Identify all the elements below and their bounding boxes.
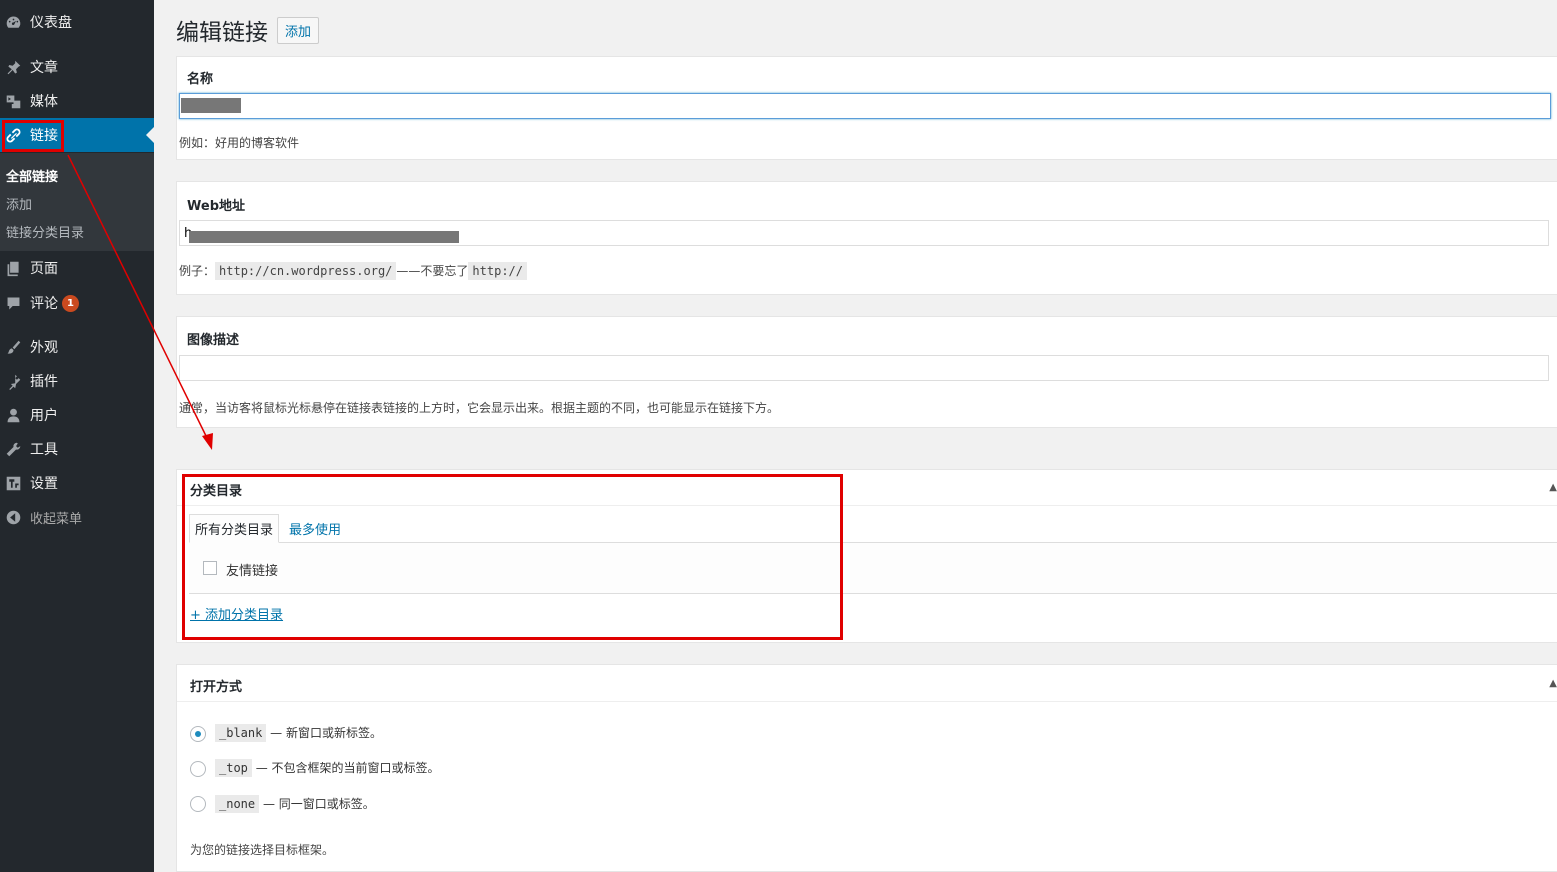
target-description: 为您的链接选择目标框架。 — [190, 843, 335, 857]
menu-label: 设置 — [30, 476, 58, 492]
menu-dashboard[interactable]: 仪表盘 — [0, 5, 154, 39]
menu-plugins[interactable]: 插件 — [0, 364, 154, 398]
menu-label: 插件 — [30, 374, 58, 390]
comment-count-badge: 1 — [62, 294, 79, 312]
menu-media[interactable]: 媒体 — [0, 84, 154, 118]
target-box: 打开方式 ▲ _blank — 新窗口或新标签。 _top — 不包含框架的当前… — [176, 664, 1557, 872]
collapse-icon — [4, 508, 22, 526]
page-title: 编辑链接 — [176, 20, 268, 46]
redacted-name — [181, 98, 241, 113]
user-icon — [4, 406, 22, 424]
category-label: 友情链接 — [226, 564, 279, 579]
name-description: 例如：好用的博客软件 — [179, 136, 300, 150]
submenu-all-links[interactable]: 全部链接 — [6, 166, 58, 185]
tab-all-categories[interactable]: 所有分类目录 — [189, 514, 280, 543]
target-blank-radio[interactable] — [190, 726, 206, 742]
toggle-caret-icon[interactable]: ▲ — [1549, 678, 1557, 689]
name-title: 名称 — [187, 72, 214, 87]
menu-label: 外观 — [30, 340, 58, 356]
tab-most-used[interactable]: 最多使用 — [289, 519, 341, 538]
category-checklist-panel: 友情链接 — [189, 542, 1557, 594]
target-top-radio[interactable] — [190, 761, 206, 777]
menu-users[interactable]: 用户 — [0, 398, 154, 432]
menu-label: 媒体 — [30, 94, 58, 110]
media-icon — [4, 92, 22, 110]
url-description: 例子： http://cn.wordpress.org/——不要忘了 http:// — [179, 262, 527, 280]
menu-pages[interactable]: 页面 — [0, 251, 154, 285]
link-icon — [4, 126, 22, 144]
menu-label: 页面 — [30, 261, 58, 277]
menu-label: 仪表盘 — [30, 15, 72, 31]
category-box: 分类目录 ▲ 友情链接 所有分类目录 最多使用 + 添加分类目录 — [176, 469, 1557, 643]
menu-appearance[interactable]: 外观 — [0, 330, 154, 364]
image-description-box: 图像描述 通常，当访客将鼠标光标悬停在链接表链接的上方时，它会显示出来。根据主题… — [176, 316, 1557, 428]
example-url: http://cn.wordpress.org/ — [215, 262, 397, 280]
dashboard-icon — [4, 13, 22, 31]
toggle-caret-icon[interactable]: ▲ — [1549, 482, 1557, 493]
menu-comments[interactable]: 评论 1 — [0, 286, 154, 320]
divider — [177, 505, 1557, 506]
page-heading: 编辑链接 添加 — [176, 13, 320, 47]
target-top-label: _top — 不包含框架的当前窗口或标签。 — [215, 759, 440, 777]
target-title: 打开方式 — [190, 680, 243, 695]
add-new-button[interactable]: 添加 — [277, 16, 320, 44]
target-text: — 不包含框架的当前窗口或标签。 — [251, 761, 440, 775]
add-category-link[interactable]: + 添加分类目录 — [190, 604, 283, 623]
target-text: — 同一窗口或标签。 — [259, 797, 375, 811]
menu-settings[interactable]: 设置 — [0, 466, 154, 500]
target-none-radio[interactable] — [190, 796, 206, 812]
wrench-icon — [4, 440, 22, 458]
url-title: Web地址 — [187, 199, 245, 214]
image-description-input[interactable] — [179, 355, 1549, 381]
menu-label: 评论 — [30, 296, 58, 312]
image-description-title: 图像描述 — [187, 333, 240, 348]
name-box: 名称 例如：好用的博客软件 — [176, 56, 1557, 160]
menu-collapse[interactable]: 收起菜单 — [0, 500, 154, 534]
divider — [177, 701, 1557, 702]
brush-icon — [4, 338, 22, 356]
example-protocol: http:// — [468, 262, 527, 280]
image-description-hint: 通常，当访客将鼠标光标悬停在链接表链接的上方时，它会显示出来。根据主题的不同，也… — [179, 401, 780, 415]
menu-label: 链接 — [30, 128, 58, 144]
target-blank-label: _blank — 新窗口或新标签。 — [215, 724, 382, 742]
plugin-icon — [4, 372, 22, 390]
category-checkbox[interactable] — [203, 561, 217, 575]
category-title: 分类目录 — [190, 484, 243, 499]
menu-links[interactable]: 链接 — [0, 118, 154, 152]
name-input[interactable] — [179, 93, 1551, 119]
menu-label: 工具 — [30, 442, 58, 458]
menu-tools[interactable]: 工具 — [0, 432, 154, 466]
page-icon — [4, 259, 22, 277]
redacted-url — [189, 231, 459, 243]
menu-label: 文章 — [30, 60, 58, 76]
menu-label: 用户 — [30, 408, 58, 424]
url-box: Web地址 例子：http://cn.wordpress.org/——不要忘了h… — [176, 181, 1557, 295]
pin-icon — [4, 58, 22, 76]
target-text: — 新窗口或新标签。 — [266, 726, 382, 740]
comment-icon — [4, 294, 22, 312]
menu-posts[interactable]: 文章 — [0, 50, 154, 84]
url-desc-middle: ——不要忘了 — [396, 264, 469, 278]
submenu-add-link[interactable]: 添加 — [6, 194, 32, 213]
admin-sidebar: 仪表盘 文章 媒体 链接 全部链接 添加 链接分类目录 页面 评论 1 外观 插… — [0, 0, 154, 872]
target-code: _blank — [215, 724, 267, 742]
settings-icon — [4, 474, 22, 492]
target-code: _top — [215, 759, 252, 777]
submenu-link-categories[interactable]: 链接分类目录 — [6, 222, 84, 241]
target-code: _none — [215, 795, 260, 813]
url-desc-prefix: 例子： — [179, 264, 216, 278]
menu-label: 收起菜单 — [30, 511, 83, 527]
target-none-label: _none — 同一窗口或标签。 — [215, 795, 375, 813]
links-submenu: 全部链接 添加 链接分类目录 — [0, 153, 154, 251]
